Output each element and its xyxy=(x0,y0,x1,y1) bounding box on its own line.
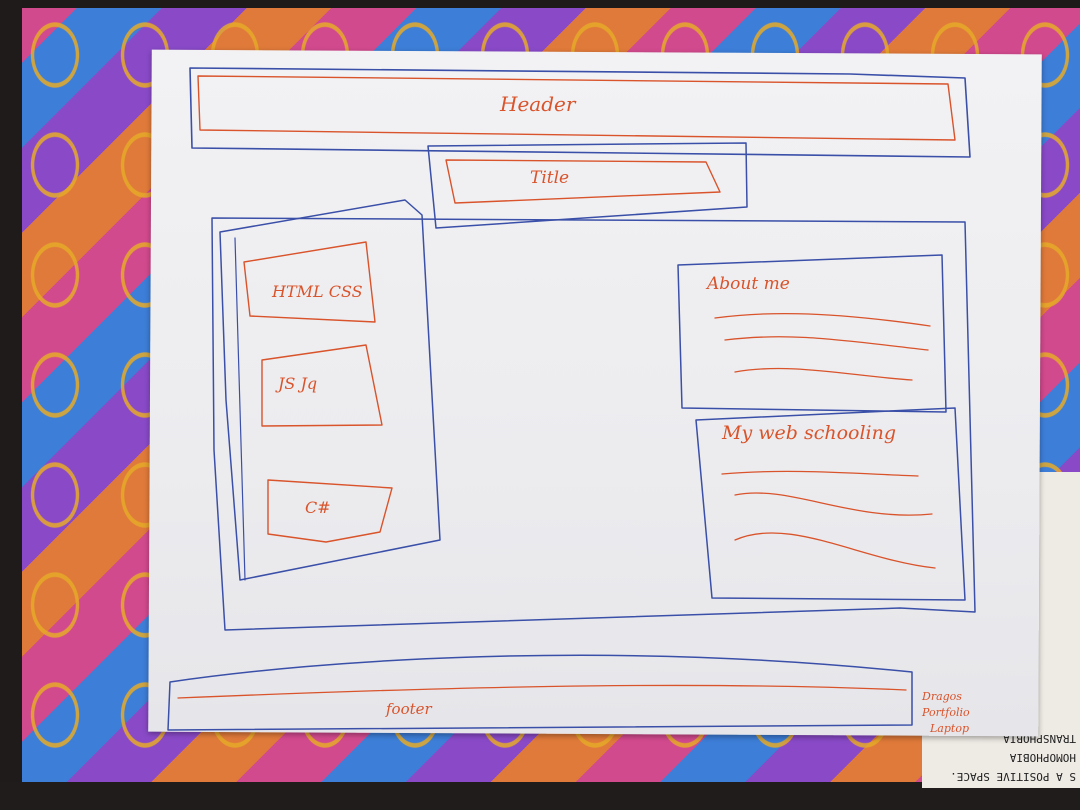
footer-outer-box xyxy=(167,654,913,731)
sidebar-item-csharp: C# xyxy=(305,498,331,517)
about-text-line xyxy=(714,312,931,327)
about-text-line xyxy=(734,367,913,381)
schooling-text-line xyxy=(734,532,936,569)
margin-note-line: Dragos xyxy=(922,690,962,703)
footer-label: footer xyxy=(386,700,432,718)
footer-inner-line xyxy=(177,684,907,699)
about-heading: About me xyxy=(707,274,790,294)
header-inner-box xyxy=(197,75,956,141)
title-inner-box xyxy=(445,159,721,204)
wireframe-sketch xyxy=(167,67,976,731)
sidebar-item-js-jq: JS Jq xyxy=(278,374,318,393)
sidebar-box xyxy=(219,199,441,581)
title-outer-box xyxy=(427,142,748,229)
header-label: Header xyxy=(500,92,576,116)
sidebar-item-html-css: HTML CSS xyxy=(272,282,363,301)
title-label: Title xyxy=(530,168,570,188)
header-outer-box xyxy=(189,67,971,158)
schooling-text-line xyxy=(721,470,919,477)
schooling-heading: My web schooling xyxy=(722,422,896,444)
schooling-text-line xyxy=(734,492,933,516)
margin-note-line: Portfolio xyxy=(922,706,970,719)
margin-note-line: Laptop xyxy=(930,722,969,735)
about-text-line xyxy=(724,336,929,351)
